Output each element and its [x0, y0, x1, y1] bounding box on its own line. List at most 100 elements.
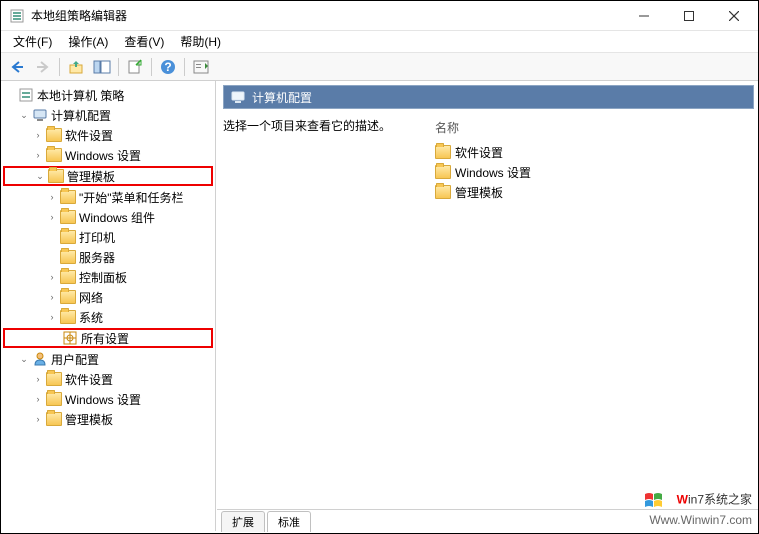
folder-icon: [60, 229, 76, 245]
tree-network[interactable]: › 网络: [3, 287, 213, 307]
chevron-right-icon[interactable]: ›: [45, 270, 59, 284]
chevron-right-icon[interactable]: ›: [31, 128, 45, 142]
tree-label: 管理模板: [67, 168, 115, 185]
folder-icon: [60, 189, 76, 205]
folder-icon: [46, 371, 62, 387]
name-column-header[interactable]: 名称: [435, 117, 752, 138]
folder-icon: [60, 309, 76, 325]
chevron-right-icon[interactable]: ›: [45, 190, 59, 204]
chevron-right-icon[interactable]: ›: [31, 412, 45, 426]
tree-label: 所有设置: [81, 330, 129, 347]
chevron-right-icon[interactable]: ›: [45, 210, 59, 224]
tree-panel[interactable]: 本地计算机 策略 ⌄ 计算机配置 › 软件设置 › Windows 设置 ⌄ 管…: [1, 81, 216, 531]
expander-icon[interactable]: [47, 331, 61, 345]
menu-view[interactable]: 查看(V): [116, 31, 172, 52]
content-header: 计算机配置: [223, 85, 754, 109]
tree-user-software-settings[interactable]: › 软件设置: [3, 369, 213, 389]
minimize-button[interactable]: [621, 2, 666, 30]
folder-icon: [46, 147, 62, 163]
tree-label: 打印机: [79, 229, 115, 246]
list-item-label: Windows 设置: [455, 164, 531, 181]
tree-system[interactable]: › 系统: [3, 307, 213, 327]
close-button[interactable]: [711, 2, 756, 30]
tree-user-config[interactable]: ⌄ 用户配置: [3, 349, 213, 369]
computer-icon: [230, 89, 246, 105]
tree-printers[interactable]: 打印机: [3, 227, 213, 247]
chevron-down-icon[interactable]: ⌄: [17, 352, 31, 366]
tree-label: 本地计算机 策略: [37, 87, 124, 104]
menu-file[interactable]: 文件(F): [5, 31, 60, 52]
tree-label: Windows 设置: [65, 391, 141, 408]
list-item[interactable]: 管理模板: [435, 182, 752, 202]
list-item[interactable]: 软件设置: [435, 142, 752, 162]
menu-help[interactable]: 帮助(H): [172, 31, 229, 52]
tree-label: "开始"菜单和任务栏: [79, 189, 184, 206]
tree-user-admin-templates[interactable]: › 管理模板: [3, 409, 213, 429]
tab-standard[interactable]: 标准: [267, 511, 311, 532]
tree-label: 控制面板: [79, 269, 127, 286]
chevron-down-icon[interactable]: ⌄: [17, 108, 31, 122]
filter-button[interactable]: [189, 56, 213, 78]
toolbar-separator: [59, 58, 60, 76]
tree-windows-settings[interactable]: › Windows 设置: [3, 145, 213, 165]
tree-server[interactable]: 服务器: [3, 247, 213, 267]
chevron-down-icon[interactable]: ⌄: [33, 169, 47, 183]
tree-user-windows-settings[interactable]: › Windows 设置: [3, 389, 213, 409]
toolbar-separator: [118, 58, 119, 76]
tree-start-taskbar[interactable]: › "开始"菜单和任务栏: [3, 187, 213, 207]
chevron-right-icon[interactable]: ›: [45, 310, 59, 324]
tree-label: 用户配置: [51, 351, 99, 368]
folder-icon: [46, 411, 62, 427]
expander-icon[interactable]: [3, 88, 17, 102]
toolbar-separator: [151, 58, 152, 76]
list-item[interactable]: Windows 设置: [435, 162, 752, 182]
maximize-button[interactable]: [666, 2, 711, 30]
list-item-label: 软件设置: [455, 144, 503, 161]
expander-icon[interactable]: [45, 230, 59, 244]
up-button[interactable]: [64, 56, 88, 78]
tab-extended[interactable]: 扩展: [221, 511, 265, 532]
watermark-text: in7系统之家: [688, 493, 752, 507]
folder-icon: [435, 145, 451, 159]
folder-icon: [48, 168, 64, 184]
computer-icon: [32, 107, 48, 123]
tree-control-panel[interactable]: › 控制面板: [3, 267, 213, 287]
chevron-right-icon[interactable]: ›: [45, 290, 59, 304]
chevron-right-icon[interactable]: ›: [31, 372, 45, 386]
nav-back-button[interactable]: [5, 56, 29, 78]
folder-icon: [46, 127, 62, 143]
windows-logo-icon: [643, 488, 671, 512]
settings-icon: [62, 330, 78, 346]
tree-label: 软件设置: [65, 371, 113, 388]
tree-software-settings[interactable]: › 软件设置: [3, 125, 213, 145]
folder-icon: [60, 269, 76, 285]
watermark-url: Www.Winwin7.com: [649, 513, 752, 527]
watermark: Win7系统之家 Www.Winwin7.com: [643, 488, 752, 529]
content-header-title: 计算机配置: [252, 89, 312, 106]
list-item-label: 管理模板: [455, 184, 503, 201]
tree-admin-templates[interactable]: ⌄ 管理模板: [3, 166, 213, 186]
policy-icon: [18, 87, 34, 103]
tree-computer-config[interactable]: ⌄ 计算机配置: [3, 105, 213, 125]
tree-label: Windows 组件: [79, 209, 155, 226]
folder-icon: [60, 289, 76, 305]
description-text: 选择一个项目来查看它的描述。: [223, 117, 423, 134]
watermark-prefix: W: [677, 493, 688, 507]
nav-forward-button[interactable]: [31, 56, 55, 78]
tree-label: 系统: [79, 309, 103, 326]
show-hide-tree-button[interactable]: [90, 56, 114, 78]
help-button[interactable]: ?: [156, 56, 180, 78]
tree-windows-components[interactable]: › Windows 组件: [3, 207, 213, 227]
tree-label: 服务器: [79, 249, 115, 266]
chevron-right-icon[interactable]: ›: [31, 148, 45, 162]
export-button[interactable]: [123, 56, 147, 78]
svg-text:?: ?: [164, 60, 171, 74]
app-icon: [9, 8, 25, 24]
menu-action[interactable]: 操作(A): [60, 31, 116, 52]
chevron-right-icon[interactable]: ›: [31, 392, 45, 406]
tree-root[interactable]: 本地计算机 策略: [3, 85, 213, 105]
expander-icon[interactable]: [45, 250, 59, 264]
tree-all-settings[interactable]: 所有设置: [3, 328, 213, 348]
folder-icon: [435, 165, 451, 179]
folder-icon: [60, 209, 76, 225]
